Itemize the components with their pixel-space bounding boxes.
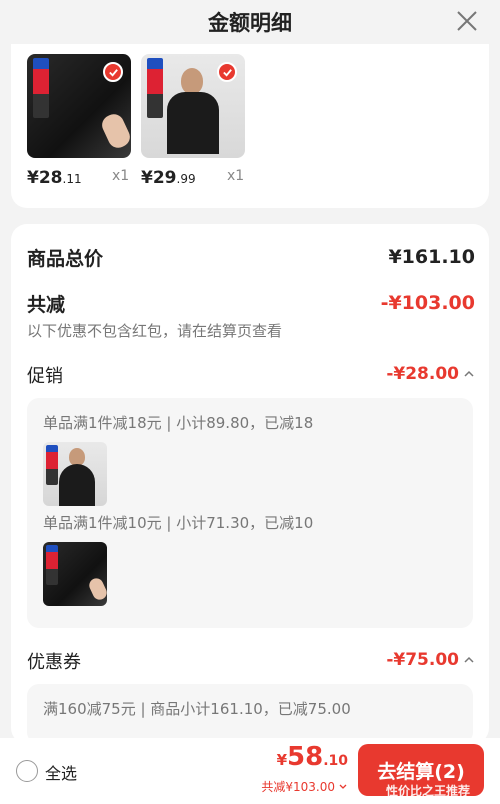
promotion-value: -¥28.00 (386, 364, 459, 384)
promotion-toggle[interactable]: -¥28.00 (386, 364, 475, 384)
product-thumbnail[interactable] (141, 54, 245, 158)
checked-icon (103, 62, 123, 82)
coupon-label: 优惠券 (27, 652, 81, 673)
coupon-toggle[interactable]: -¥75.00 (386, 650, 475, 670)
coupon-details: 满160减75元 | 商品小计161.10，已减75.00 (27, 684, 473, 744)
watermark: 性价比之王推荐 (385, 784, 470, 798)
price-breakdown-card: 商品总价 ¥161.10 共减 -¥103.00 以下优惠不包含红包，请在结算页… (11, 224, 489, 744)
item-price: ¥29.99 (141, 168, 196, 188)
promotion-rule: 单品满1件减10元 | 小计71.30，已减10 (43, 514, 314, 532)
discount-value: -¥103.00 (380, 292, 475, 314)
header: 金额明细 (0, 0, 500, 44)
product-tag-icon (33, 58, 49, 118)
item-quantity: x1 (112, 168, 130, 184)
promotion-rule: 单品满1件减18元 | 小计89.80，已减18 (43, 414, 314, 432)
item-quantity: x1 (227, 168, 245, 184)
coupon-value: -¥75.00 (386, 650, 459, 670)
close-icon (457, 11, 477, 31)
product-tag-icon (46, 445, 58, 485)
promotion-details: 单品满1件减18元 | 小计89.80，已减18 单品满1件减10元 | 小计7… (27, 398, 473, 628)
selected-items-card: ¥28.11 x1 ¥29.99 x1 (11, 44, 489, 208)
promotion-label: 促销 (27, 366, 63, 387)
coupon-rule: 满160减75元 | 商品小计161.10，已减75.00 (43, 700, 351, 718)
total-payable: ¥58.10 (276, 742, 348, 772)
chevron-down-icon (339, 784, 347, 789)
product-thumbnail[interactable] (27, 54, 131, 158)
product-tag-icon (147, 58, 163, 118)
discount-hint: 以下优惠不包含红包，请在结算页查看 (27, 322, 283, 340)
chevron-up-icon (464, 370, 474, 377)
chevron-up-icon (464, 656, 474, 663)
close-button[interactable] (454, 8, 480, 34)
select-all-checkbox[interactable] (16, 760, 38, 782)
checkout-bar: 全选 ¥58.10 共减¥103.00 去结算(2) 性价比之王推荐 (0, 738, 500, 804)
total-label: 商品总价 (27, 248, 104, 270)
select-all-label: 全选 (45, 764, 78, 783)
saved-amount: 共减¥103.00 (261, 780, 335, 794)
page-title: 金额明细 (208, 11, 292, 35)
product-thumbnail[interactable] (43, 542, 107, 606)
checkout-button[interactable]: 去结算(2) 性价比之王推荐 (358, 744, 484, 798)
total-value: ¥161.10 (388, 246, 475, 268)
checked-icon (217, 62, 237, 82)
item-price: ¥28.11 (27, 168, 82, 188)
discount-label: 共减 (27, 294, 66, 316)
product-tag-icon (46, 545, 58, 585)
saved-amount-toggle[interactable]: 共减¥103.00 (261, 778, 348, 795)
product-thumbnail[interactable] (43, 442, 107, 506)
